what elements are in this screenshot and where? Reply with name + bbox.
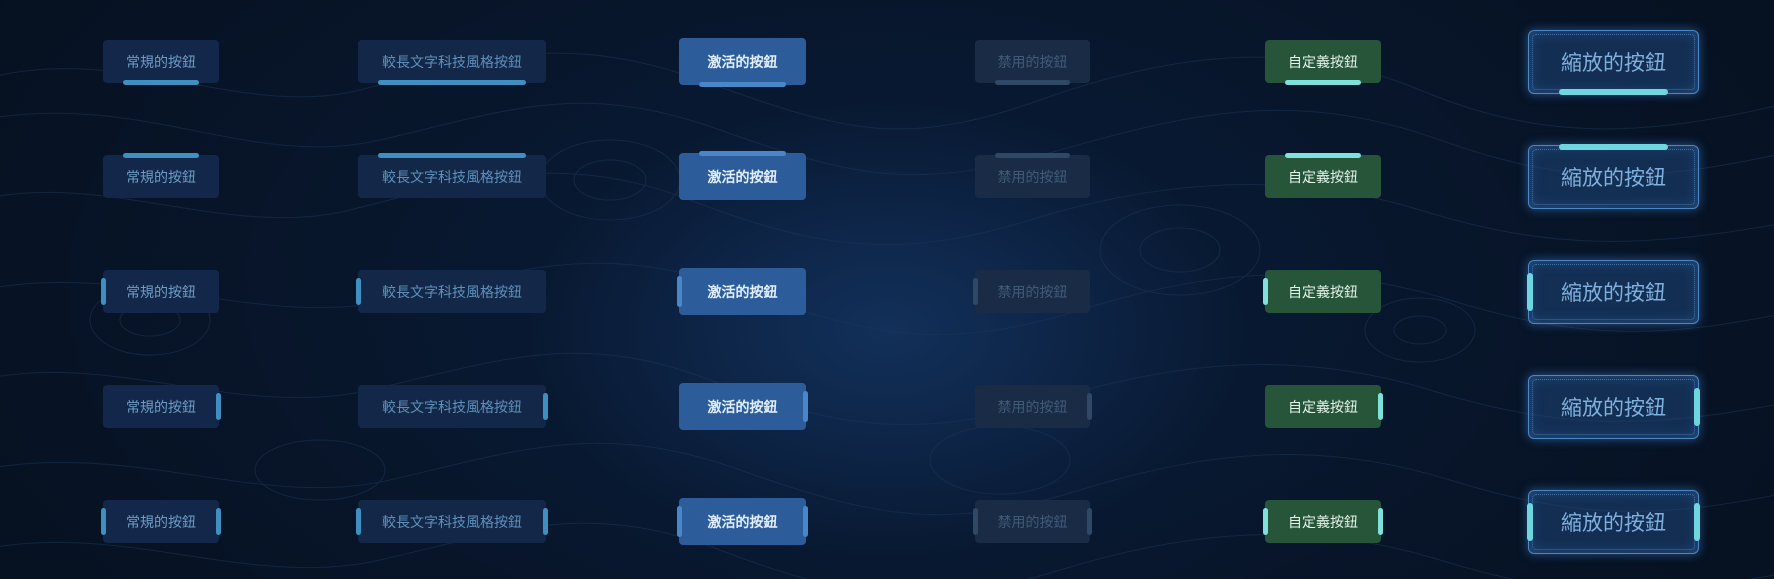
button-label: 縮放的按鈕 (1561, 51, 1666, 75)
button-label: 縮放的按鈕 (1561, 511, 1666, 535)
long-text-button-top[interactable]: 較長文字科技風格按鈕 (358, 153, 546, 198)
accent-bar (1378, 508, 1383, 535)
accent-bar (216, 393, 221, 420)
accent-bar (1285, 80, 1361, 85)
active-button-left[interactable]: 激活的按鈕 (677, 268, 806, 315)
normal-button-bottom[interactable]: 常規的按鈕 (103, 40, 219, 85)
accent-bar (677, 506, 682, 537)
accent-bar (1527, 503, 1533, 541)
active-button-top[interactable]: 激活的按鈕 (679, 151, 806, 200)
accent-bar (356, 278, 361, 305)
disabled-button-right: 禁用的按鈕 (975, 385, 1092, 428)
button-label: 自定義按鈕 (1288, 399, 1358, 416)
accent-bar (973, 278, 978, 305)
button-label: 較長文字科技風格按鈕 (382, 169, 522, 186)
accent-bar (699, 82, 786, 87)
accent-bar (1087, 508, 1092, 535)
normal-button-top[interactable]: 常規的按鈕 (103, 153, 219, 198)
button-label: 較長文字科技風格按鈕 (382, 514, 522, 531)
accent-bar (1263, 508, 1268, 535)
custom-button-left-right[interactable]: 自定義按鈕 (1263, 500, 1383, 543)
accent-bar (1285, 153, 1361, 158)
accent-bar (699, 151, 786, 156)
button-label: 常規的按鈕 (126, 169, 196, 186)
button-label: 禁用的按鈕 (997, 514, 1068, 531)
zoom-button-top[interactable]: 縮放的按鈕 (1528, 144, 1699, 209)
accent-bar (216, 508, 221, 535)
button-label: 縮放的按鈕 (1561, 396, 1666, 420)
normal-button-left[interactable]: 常規的按鈕 (101, 270, 219, 313)
active-button-bottom[interactable]: 激活的按鈕 (679, 38, 806, 87)
disabled-button-left-right: 禁用的按鈕 (973, 500, 1092, 543)
accent-bar (356, 508, 361, 535)
active-button-left-right[interactable]: 激活的按鈕 (677, 498, 808, 545)
accent-bar (543, 508, 548, 535)
button-label: 縮放的按鈕 (1561, 281, 1666, 305)
custom-button-right[interactable]: 自定義按鈕 (1265, 385, 1383, 428)
accent-bar (803, 506, 808, 537)
button-label: 常規的按鈕 (126, 514, 196, 531)
normal-button-left-right[interactable]: 常規的按鈕 (101, 500, 221, 543)
zoom-button-left[interactable]: 縮放的按鈕 (1527, 260, 1699, 324)
button-label: 縮放的按鈕 (1561, 166, 1666, 190)
accent-bar (101, 278, 106, 305)
button-label: 常規的按鈕 (126, 54, 196, 71)
disabled-button-left: 禁用的按鈕 (973, 270, 1090, 313)
disabled-button-bottom: 禁用的按鈕 (975, 40, 1090, 85)
accent-bar (378, 153, 526, 158)
accent-bar (803, 391, 808, 422)
long-text-button-left-right[interactable]: 較長文字科技風格按鈕 (356, 500, 548, 543)
accent-bar (378, 80, 526, 85)
button-label: 常規的按鈕 (126, 399, 196, 416)
button-label: 禁用的按鈕 (997, 284, 1068, 301)
accent-bar (543, 393, 548, 420)
button-label: 激活的按鈕 (707, 514, 778, 531)
zoom-button-right[interactable]: 縮放的按鈕 (1528, 375, 1700, 439)
long-text-button-right[interactable]: 較長文字科技風格按鈕 (358, 385, 548, 428)
topographic-background (0, 52, 1774, 579)
accent-bar (677, 276, 682, 307)
button-label: 自定義按鈕 (1288, 169, 1358, 186)
accent-bar (995, 80, 1070, 85)
accent-bar (123, 153, 199, 158)
accent-bar (1559, 89, 1668, 95)
accent-bar (973, 508, 978, 535)
active-button-right[interactable]: 激活的按鈕 (679, 383, 808, 430)
custom-button-left[interactable]: 自定義按鈕 (1263, 270, 1381, 313)
accent-bar (995, 153, 1070, 158)
button-label: 較長文字科技風格按鈕 (382, 399, 522, 416)
accent-bar (1559, 144, 1668, 150)
button-label: 禁用的按鈕 (997, 399, 1068, 416)
accent-bar (1378, 393, 1383, 420)
button-label: 激活的按鈕 (707, 399, 778, 416)
long-text-button-left[interactable]: 較長文字科技風格按鈕 (356, 270, 546, 313)
button-label: 常規的按鈕 (126, 284, 196, 301)
button-label: 激活的按鈕 (707, 284, 778, 301)
button-label: 自定義按鈕 (1288, 514, 1358, 531)
custom-button-bottom[interactable]: 自定義按鈕 (1265, 40, 1381, 85)
disabled-button-top: 禁用的按鈕 (975, 153, 1090, 198)
long-text-button-bottom[interactable]: 較長文字科技風格按鈕 (358, 40, 546, 85)
accent-bar (123, 80, 199, 85)
accent-bar (1527, 273, 1533, 311)
zoom-button-left-right[interactable]: 縮放的按鈕 (1527, 490, 1700, 554)
button-label: 自定義按鈕 (1288, 284, 1358, 301)
button-showcase-canvas: 常規的按鈕 較長文字科技風格按鈕 激活的按鈕 禁用的按鈕 自定義按鈕 縮放的按鈕 常規的按鈕… (0, 0, 1774, 579)
accent-bar (1087, 393, 1092, 420)
accent-bar (1694, 503, 1700, 541)
button-label: 激活的按鈕 (707, 169, 778, 186)
accent-bar (101, 508, 106, 535)
button-label: 較長文字科技風格按鈕 (382, 54, 522, 71)
button-label: 激活的按鈕 (707, 54, 778, 71)
button-label: 自定義按鈕 (1288, 54, 1358, 71)
button-label: 較長文字科技風格按鈕 (382, 284, 522, 301)
button-label: 禁用的按鈕 (997, 169, 1068, 186)
button-label: 禁用的按鈕 (997, 54, 1068, 71)
accent-bar (1694, 388, 1700, 426)
accent-bar (1263, 278, 1268, 305)
zoom-button-bottom[interactable]: 縮放的按鈕 (1528, 30, 1699, 95)
custom-button-top[interactable]: 自定義按鈕 (1265, 153, 1381, 198)
normal-button-right[interactable]: 常規的按鈕 (103, 385, 221, 428)
